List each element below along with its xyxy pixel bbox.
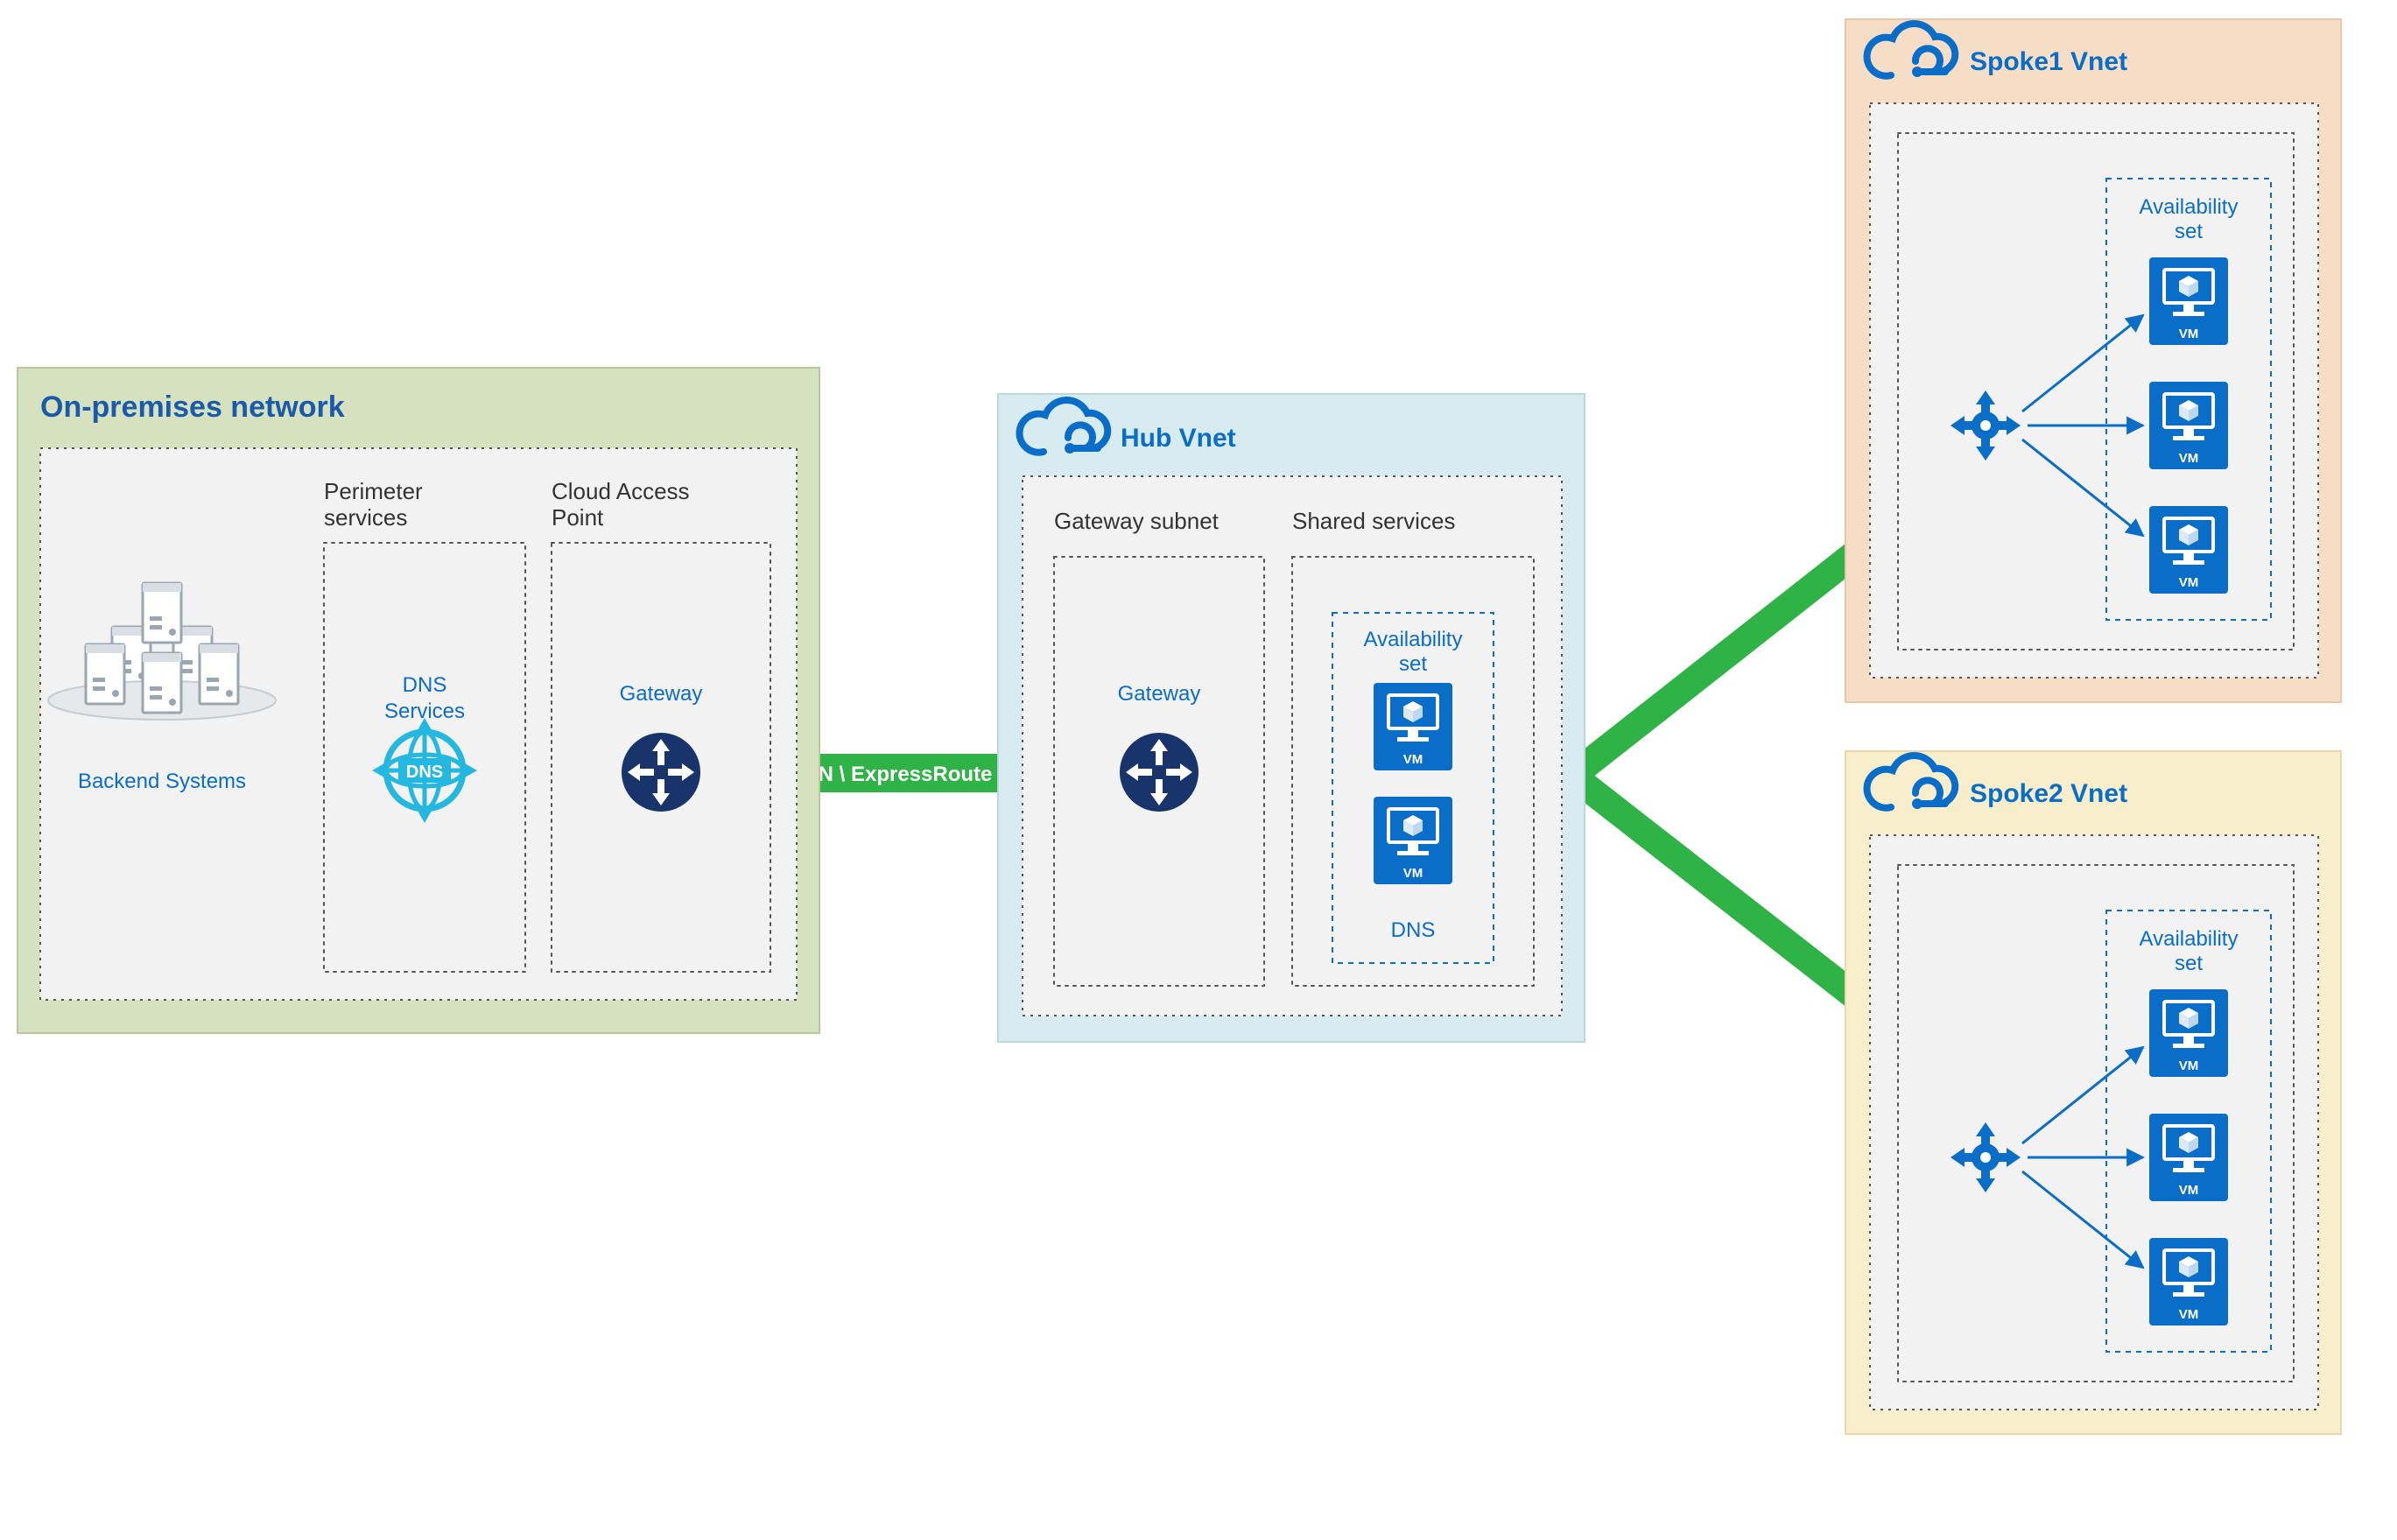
- vpn-expressroute-label: VPN \ ExpressRoute: [791, 763, 993, 786]
- hub-vnet-title: Hub Vnet: [1121, 424, 1236, 453]
- shared-services-title: Shared services: [1292, 508, 1455, 534]
- onprem-gateway-label: Gateway: [620, 682, 703, 706]
- server-icon: [143, 583, 181, 643]
- vm-icon: [2149, 989, 2228, 1077]
- peering-link-spoke1: peering: [1572, 508, 1891, 793]
- vm-icon: [2149, 506, 2228, 594]
- hub-gateway-label: Gateway: [1118, 682, 1201, 706]
- vm-icon: [1374, 797, 1452, 884]
- onprem-title: On-premises network: [40, 390, 345, 424]
- vm-icon: [1374, 683, 1452, 770]
- vm-icon: [2149, 1238, 2228, 1326]
- vm-icon: [2149, 382, 2228, 469]
- on-premises-network: On-premises network Backend Systems Peri…: [18, 368, 819, 1033]
- backend-systems-label: Backend Systems: [78, 770, 246, 793]
- gateway-subnet-title: Gateway subnet: [1054, 508, 1220, 534]
- spoke1-title: Spoke1 Vnet: [1970, 47, 2127, 76]
- spoke2-vnet: Spoke2 Vnet Availabilityset: [1845, 751, 2341, 1434]
- server-icon: [143, 653, 181, 713]
- peering-link-spoke2: peering: [1572, 758, 1891, 1042]
- hub-dns-label: DNS: [1391, 918, 1436, 942]
- vm-icon: [2149, 257, 2228, 345]
- gateway-icon: [622, 733, 700, 812]
- gateway-icon: [1120, 733, 1198, 812]
- spoke2-title: Spoke2 Vnet: [1970, 779, 2127, 808]
- vm-icon: [2149, 1114, 2228, 1201]
- spoke1-vnet: Spoke1 Vnet Availabilityset: [1845, 19, 2341, 702]
- architecture-diagram: VM DNS VPN \ E: [0, 0, 2397, 1540]
- server-icon: [86, 644, 124, 704]
- hub-vnet: Hub Vnet Gateway subnet Gateway Shared s…: [998, 394, 1585, 1042]
- server-icon: [200, 644, 238, 704]
